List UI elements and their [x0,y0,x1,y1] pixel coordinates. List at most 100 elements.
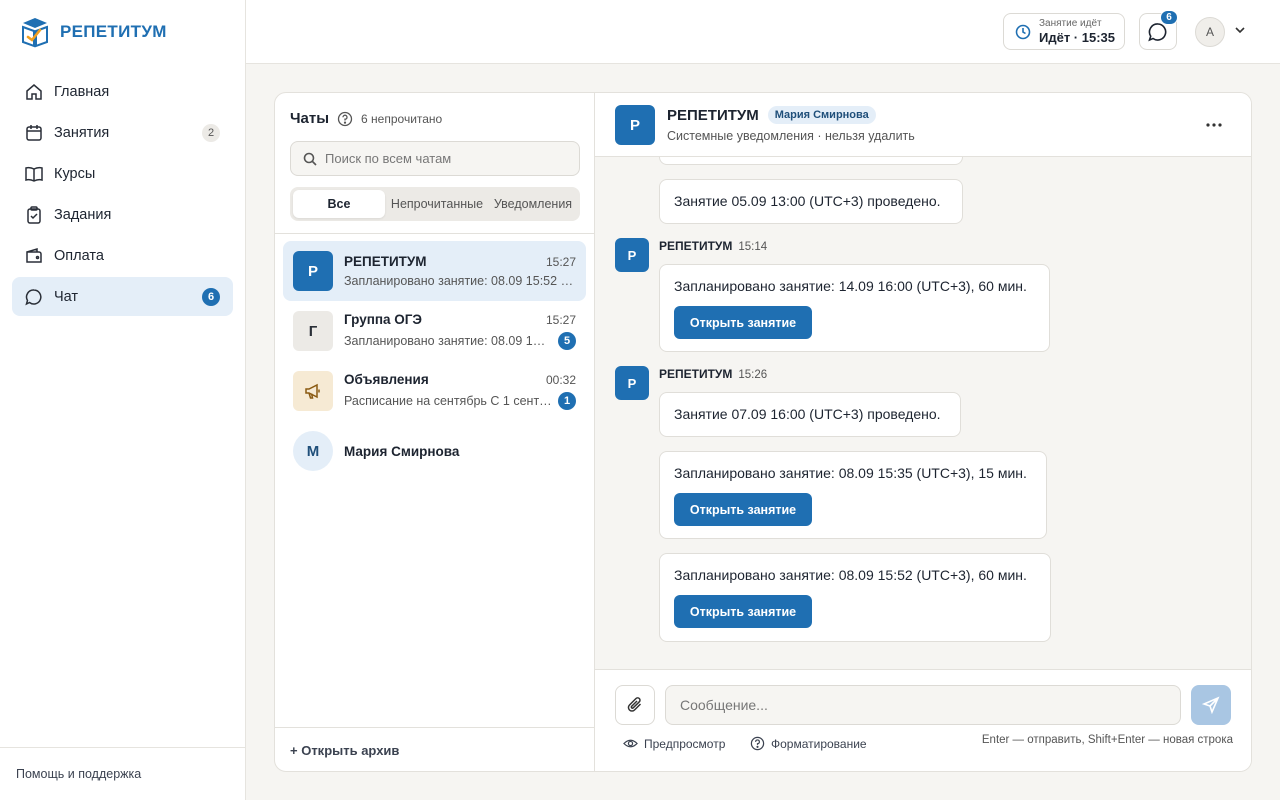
message-composer: Предпросмотр Форматирование Enter — отпр… [595,669,1251,771]
avatar: М [293,431,333,471]
student-tag: Мария Смирнова [767,106,876,124]
preview-label: Предпросмотр [644,736,726,751]
chat-item-repetitum[interactable]: Р РЕПЕТИТУМ 15:27 Запланировано занятие:… [283,241,586,301]
message-list: Занятие 05.09 13:00 (UTC+3) проведено. Р… [595,157,1251,669]
unread-count-text: 6 непрочитано [361,111,443,126]
unread-summary: 6 непрочитано [337,111,442,127]
chat-name: Мария Смирнова [344,443,460,459]
chat-list-header: Чаты 6 непрочитано [290,110,442,127]
message-card [659,157,963,165]
app-logo[interactable]: РЕПЕТИТУМ [20,16,167,48]
avatar [293,371,333,411]
formatting-help[interactable]: Форматирование [750,736,867,751]
sidebar-item-home[interactable]: Главная [12,72,233,111]
open-lesson-button[interactable]: Открыть занятие [674,493,812,526]
send-icon [1202,696,1220,714]
send-button[interactable] [1191,685,1231,725]
chat-preview: Запланировано занятие: 08.09 15:52 (UTC+… [344,334,552,348]
calendar-icon [24,123,44,143]
preview-toggle[interactable]: Предпросмотр [623,736,725,751]
more-horizontal-icon [1206,123,1222,127]
sidebar: РЕПЕТИТУМ Главная Занятия 2 Курсы Задани… [0,0,246,800]
chat-preview: Расписание на сентябрь С 1 сентября [344,394,552,408]
avatar: Р [615,366,649,400]
help-support-link[interactable]: Помощь и поддержка [0,747,246,800]
messages-button[interactable]: 6 [1139,10,1178,50]
avatar: Р [615,238,649,272]
message-text: Запланировано занятие: 14.09 16:00 (UTC+… [674,278,1027,294]
sender-name: РЕПЕТИТУМ [659,239,733,253]
paperclip-icon [627,697,642,712]
open-lesson-button[interactable]: Открыть занятие [674,595,812,628]
help-circle-icon [750,736,765,751]
sidebar-item-label: Курсы [54,165,96,182]
search-input[interactable] [325,151,565,166]
wallet-icon [24,246,44,266]
chat-icon [24,287,44,307]
chat-list-items: Р РЕПЕТИТУМ 15:27 Запланировано занятие:… [283,241,586,481]
message-card: Занятие 07.09 16:00 (UTC+3) проведено. [659,392,961,437]
avatar: Р [293,251,333,291]
user-avatar[interactable]: A [1195,17,1225,47]
messages-badge: 6 [1160,10,1178,25]
avatar: Г [293,311,333,351]
open-archive-link[interactable]: + Открыть архив [275,727,595,771]
top-bar: Занятие идёт Идёт · 15:35 6 A [246,0,1280,64]
chat-item-maria-smirnova[interactable]: М Мария Смирнова [283,421,586,481]
sender-name: РЕПЕТИТУМ [659,367,733,381]
chat-name: Объявления [344,372,429,387]
chat-time: 15:27 [545,312,576,327]
sidebar-item-payment[interactable]: Оплата [12,236,233,275]
clock-icon [1015,24,1031,39]
lesson-status-pill[interactable]: Занятие идёт Идёт · 15:35 [1003,13,1125,50]
chat-preview: Запланировано занятие: 08.09 15:52 (UTC+… [344,274,576,288]
sidebar-item-chat[interactable]: Чат 6 [12,277,233,316]
avatar: Р [615,105,655,145]
lessons-count-badge: 2 [202,123,220,142]
chat-panel: Чаты 6 непрочитано Все Непрочитанные Уве… [274,92,1252,772]
sidebar-item-lessons[interactable]: Занятия 2 [12,113,233,152]
message-text: Запланировано занятие: 08.09 15:52 (UTC+… [674,567,1027,583]
sidebar-item-label: Занятия [54,124,110,141]
attach-button[interactable] [615,685,655,725]
message-card: Запланировано занятие: 08.09 15:35 (UTC+… [659,451,1047,539]
sidebar-nav: Главная Занятия 2 Курсы Задания Оплата Ч… [12,72,233,318]
chat-unread-badge: 6 [202,287,220,306]
chat-search [290,141,580,176]
lesson-status-value: Идёт · 15:35 [1039,30,1115,45]
clipboard-check-icon [24,205,44,225]
message-card: Запланировано занятие: 08.09 15:52 (UTC+… [659,553,1051,642]
formatting-label: Форматирование [771,736,867,751]
unread-badge: 1 [558,392,576,410]
message-time: 15:14 [738,241,768,253]
conversation-subtitle: Системные уведомления · нельзя удалить [667,129,915,143]
message-time: 15:26 [738,369,768,381]
sidebar-item-tasks[interactable]: Задания [12,195,233,234]
sidebar-item-label: Задания [54,206,112,223]
chat-time: 00:32 [545,372,576,387]
chat-item-group-oge[interactable]: Г Группа ОГЭ 15:27 Запланировано занятие… [283,301,586,361]
conversation: Р РЕПЕТИТУМ Мария Смирнова Системные уве… [595,93,1251,771]
unread-badge: 5 [558,332,576,350]
megaphone-icon [305,383,320,399]
tab-unread[interactable]: Непрочитанные [385,190,489,218]
message-text: Занятие 05.09 13:00 (UTC+3) проведено. [674,193,941,209]
message-card: Занятие 05.09 13:00 (UTC+3) проведено. [659,179,963,224]
sidebar-item-label: Чат [54,288,79,305]
chevron-down-icon[interactable] [1234,24,1246,36]
lesson-status-label: Занятие идёт [1039,18,1102,29]
chat-list-title: Чаты [290,110,330,127]
app-name: РЕПЕТИТУМ [60,22,167,41]
message-input[interactable] [665,685,1181,725]
open-lesson-button[interactable]: Открыть занятие [674,306,812,339]
message-card: Запланировано занятие: 14.09 16:00 (UTC+… [659,264,1050,352]
tab-all[interactable]: Все [293,190,385,218]
chat-filter-tabs: Все Непрочитанные Уведомления [290,187,580,221]
tab-notifications[interactable]: Уведомления [489,190,577,218]
chat-name: РЕПЕТИТУМ [344,254,427,269]
chat-item-announcements[interactable]: Объявления 00:32 Расписание на сентябрь … [283,361,586,421]
help-circle-icon[interactable] [337,111,353,127]
more-options-button[interactable] [1200,115,1228,135]
sidebar-item-courses[interactable]: Курсы [12,154,233,193]
conversation-header: Р РЕПЕТИТУМ Мария Смирнова Системные уве… [595,93,1251,157]
